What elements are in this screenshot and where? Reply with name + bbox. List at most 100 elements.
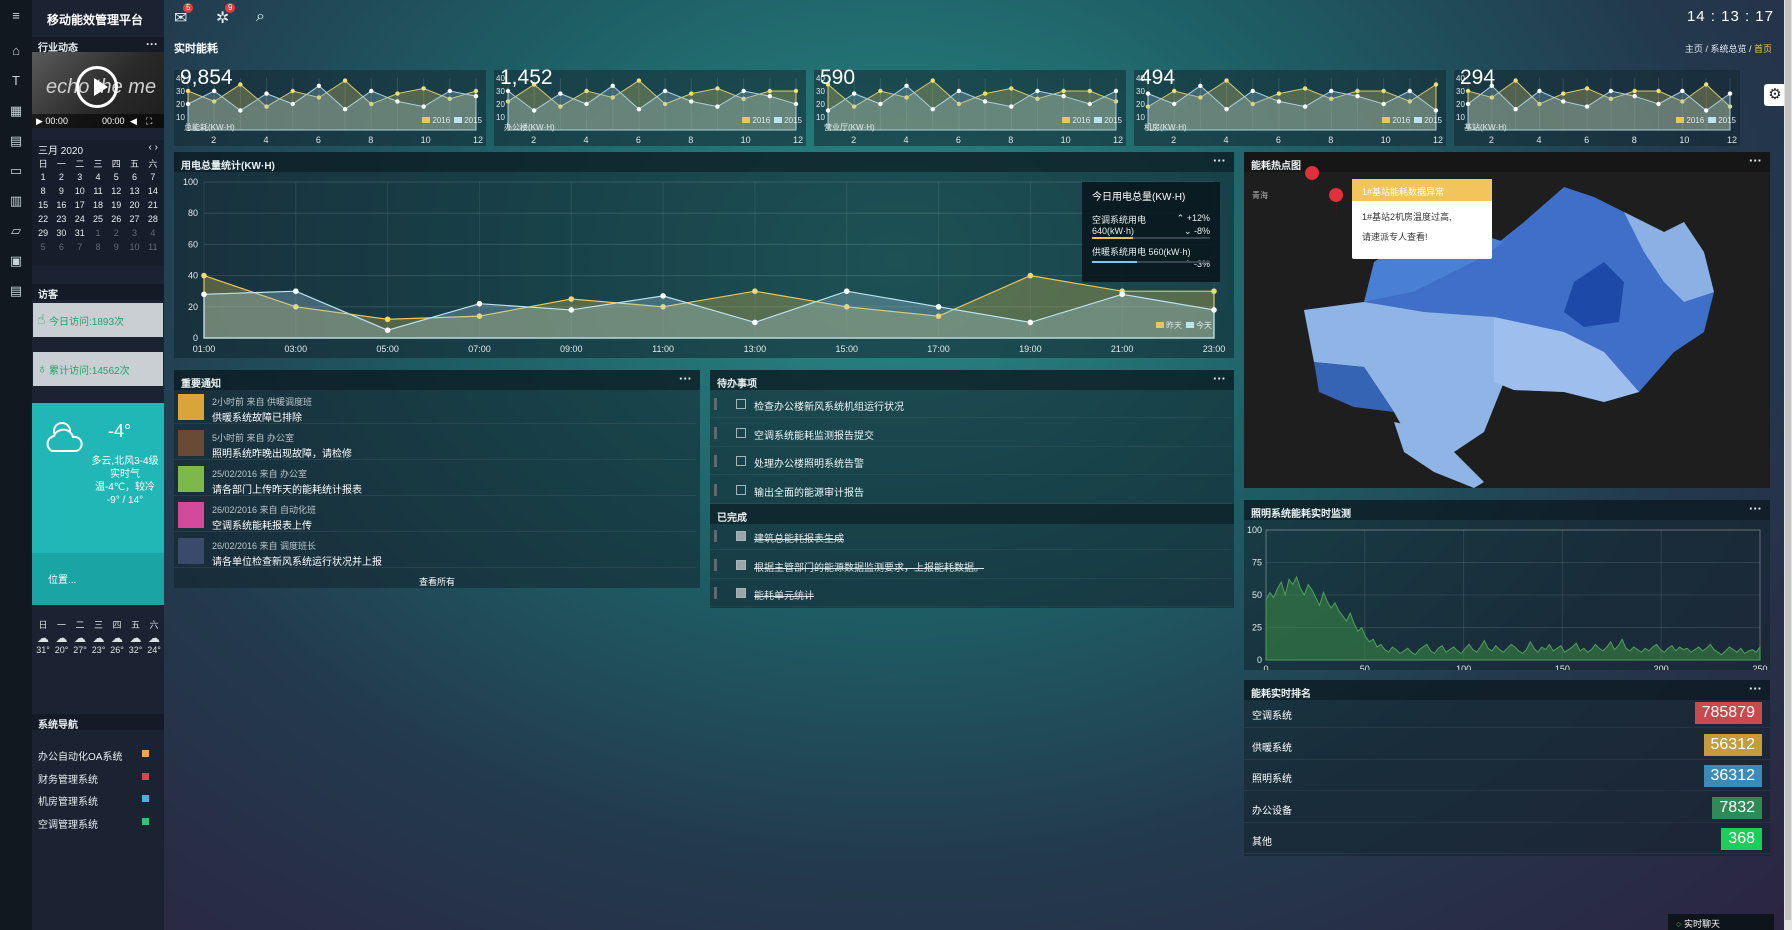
calendar-day[interactable]: 12	[107, 184, 125, 198]
done-item[interactable]: 根据主管部门的能源数据监测要求，上报能耗数据。	[710, 551, 1232, 579]
more-icon[interactable]: ···	[1213, 371, 1226, 386]
calendar-day[interactable]: 31	[71, 226, 89, 240]
calendar-day[interactable]: 21	[144, 198, 162, 212]
calendar-day[interactable]: 6	[52, 240, 70, 254]
calendar-day[interactable]: 28	[144, 212, 162, 226]
done-checkbox[interactable]	[736, 559, 746, 570]
calendar-day[interactable]: 16	[52, 198, 70, 212]
calendar-day[interactable]: 11	[144, 240, 162, 254]
calendar-day[interactable]: 22	[34, 212, 52, 226]
done-item[interactable]: 能耗单元统计	[710, 579, 1232, 607]
calendar-day[interactable]: 13	[125, 184, 143, 198]
map-pin-icon[interactable]	[1305, 166, 1320, 196]
hamburger-icon[interactable]: ≡	[8, 8, 24, 24]
map-pin-icon[interactable]	[1329, 188, 1344, 218]
play-icon[interactable]	[76, 66, 118, 108]
gear-icon[interactable]: ⚙	[1764, 84, 1786, 106]
todo-checkbox[interactable]	[736, 427, 746, 438]
calendar-day[interactable]: 7	[71, 240, 89, 254]
calendar-day[interactable]: 4	[89, 170, 107, 184]
drag-handle-icon[interactable]	[714, 530, 717, 542]
drag-handle-icon[interactable]	[714, 398, 717, 410]
breadcrumb-home[interactable]: 主页	[1685, 44, 1703, 54]
done-checkbox[interactable]	[736, 588, 746, 598]
more-icon[interactable]: ···	[146, 37, 158, 51]
calendar-day[interactable]: 23	[52, 212, 70, 226]
sysnav-item[interactable]: 空调管理系统	[38, 816, 149, 831]
todo-checkbox[interactable]	[736, 399, 746, 409]
home-icon[interactable]: ⌂	[8, 43, 24, 59]
sysnav-item[interactable]: 财务管理系统	[38, 771, 149, 786]
todo-checkbox[interactable]	[736, 484, 746, 495]
calendar-day[interactable]: 3	[125, 226, 143, 240]
calendar-day[interactable]: 2	[52, 170, 70, 184]
calendar-day[interactable]: 5	[34, 240, 52, 254]
more-icon[interactable]: ···	[679, 371, 692, 386]
calendar-day[interactable]: 9	[107, 240, 125, 254]
todo-item[interactable]: 处理办公楼照明系统告警	[710, 447, 1232, 475]
notice-item[interactable]: 26/02/2016 来自 自动化班 空调系统能耗报表上传	[174, 498, 696, 532]
list-icon[interactable]: ▤	[8, 283, 24, 299]
calendar-day[interactable]: 18	[89, 198, 107, 212]
calendar-day[interactable]: 6	[125, 170, 143, 184]
sysnav-item[interactable]: 机房管理系统	[38, 793, 149, 808]
done-checkbox[interactable]	[736, 531, 746, 541]
calendar-day[interactable]: 2	[107, 226, 125, 240]
notice-item[interactable]: 26/02/2016 来自 调度班长 请各单位检查新风系统运行状况并上报	[174, 534, 696, 568]
calendar-day[interactable]: 9	[52, 184, 70, 198]
calendar-day[interactable]: 15	[34, 198, 52, 212]
drag-handle-icon[interactable]	[714, 558, 717, 571]
chat-button[interactable]: ○ 实时聊天	[1668, 914, 1774, 930]
drag-handle-icon[interactable]	[714, 455, 717, 467]
video-player[interactable]: echo the me ▶ 00:00 00:00 ◀ ⛶	[32, 52, 164, 128]
todo-checkbox[interactable]	[736, 456, 746, 466]
text-icon[interactable]: T	[8, 73, 24, 89]
calendar-day[interactable]: 8	[34, 184, 52, 198]
calendar-day[interactable]: 10	[71, 184, 89, 198]
calendar-day[interactable]: 8	[89, 240, 107, 254]
chart-icon[interactable]: ▥	[8, 193, 24, 209]
calendar-day[interactable]: 10	[125, 240, 143, 254]
calendar-day[interactable]: 20	[125, 198, 143, 212]
heat-map[interactable]	[1244, 152, 1770, 488]
calendar-day[interactable]: 14	[144, 184, 162, 198]
calendar-day[interactable]: 25	[89, 212, 107, 226]
scrollbar-thumb[interactable]	[1785, 0, 1791, 920]
calendar-day[interactable]: 27	[125, 212, 143, 226]
fullscreen-icon[interactable]: ⛶	[146, 116, 152, 127]
calendar-day[interactable]: 7	[144, 170, 162, 184]
calendar-day[interactable]: 1	[89, 226, 107, 240]
calendar-nav-icon[interactable]: ‹ ›	[149, 142, 158, 153]
more-icon[interactable]: ···	[1749, 681, 1762, 696]
calendar-day[interactable]: 24	[71, 212, 89, 226]
drag-handle-icon[interactable]	[714, 426, 717, 439]
printer-icon[interactable]: ▭	[8, 163, 24, 179]
document-icon[interactable]: ▤	[8, 133, 24, 149]
volume-icon[interactable]: ◀	[130, 116, 137, 127]
weather-location[interactable]: 位置...	[32, 553, 164, 605]
sysnav-item[interactable]: 办公自动化OA系统	[38, 748, 149, 763]
notice-item[interactable]: 2小时前 来自 供暖调度班 供暖系统故障已排除	[174, 390, 696, 424]
calendar-day[interactable]: 11	[89, 184, 107, 198]
notice-item[interactable]: 25/02/2016 来自 办公室 请各部门上传昨天的能耗统计报表	[174, 462, 696, 496]
envelope-icon[interactable]: ✉ 5	[174, 3, 194, 28]
todo-item[interactable]: 输出全面的能源审计报告	[710, 476, 1232, 504]
calendar-icon[interactable]: ▣	[8, 253, 24, 269]
folder-icon[interactable]: ▱	[8, 223, 24, 239]
drag-handle-icon[interactable]	[714, 587, 717, 599]
calendar-day[interactable]: 26	[107, 212, 125, 226]
calendar-day[interactable]: 17	[71, 198, 89, 212]
grid-icon[interactable]: ▦	[8, 103, 24, 119]
notice-item[interactable]: 5小时前 来自 办公室 照明系统昨晚出现故障，请检修	[174, 426, 696, 460]
calendar-day[interactable]: 5	[107, 170, 125, 184]
calendar-day[interactable]: 19	[107, 198, 125, 212]
search-icon[interactable]: ⌕	[256, 8, 265, 26]
network-icon[interactable]: ✲ 9	[216, 3, 236, 28]
calendar-day[interactable]: 1	[34, 170, 52, 184]
breadcrumb-overview[interactable]: 系统总览	[1710, 44, 1746, 54]
calendar-day[interactable]: 30	[52, 226, 70, 240]
drag-handle-icon[interactable]	[714, 483, 717, 496]
view-all-link[interactable]: 查看所有	[174, 575, 700, 588]
calendar-day[interactable]: 3	[71, 170, 89, 184]
todo-item[interactable]: 检查办公楼新风系统机组运行状况	[710, 390, 1232, 418]
